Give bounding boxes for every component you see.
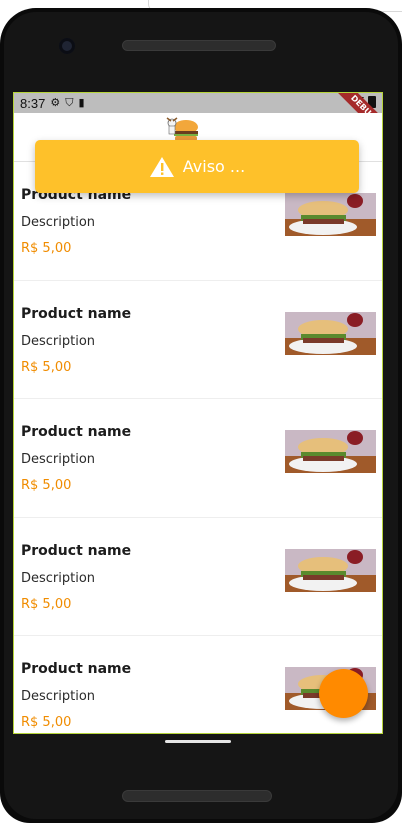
floating-action-button[interactable]	[319, 669, 368, 718]
status-time: 8:37	[20, 95, 46, 111]
home-indicator[interactable]	[165, 740, 231, 743]
product-list[interactable]: Product name Description R$ 5,00 Product…	[14, 162, 382, 733]
product-image	[285, 311, 376, 355]
app-screen: 8:37 ⚙ ⛉ ▮ DEBUG Product name Descriptio…	[13, 92, 383, 734]
product-description: Description	[21, 689, 96, 704]
product-price: R$ 5,00	[21, 478, 72, 493]
product-price: R$ 5,00	[21, 241, 72, 256]
earpiece-speaker	[122, 40, 276, 51]
toast-message: Aviso ...	[182, 157, 246, 176]
status-bar: 8:37 ⚙ ⛉ ▮ DEBUG	[14, 93, 382, 145]
product-price: R$ 5,00	[21, 596, 72, 612]
product-item[interactable]: Product name Description R$ 5,00	[14, 281, 382, 399]
product-description: Description	[21, 452, 96, 467]
product-description: Description	[21, 333, 96, 349]
front-camera	[59, 38, 75, 54]
warning-icon	[149, 156, 174, 177]
product-name: Product name	[21, 661, 132, 677]
shield-icon: ⛉	[65, 96, 74, 109]
warning-toast[interactable]: Aviso ...	[35, 140, 359, 193]
product-image	[285, 430, 376, 473]
product-price: R$ 5,00	[21, 715, 72, 730]
product-name: Product name	[21, 305, 132, 322]
product-image	[285, 548, 376, 592]
settings-gear-icon: ⚙	[50, 96, 61, 109]
product-description: Description	[21, 570, 96, 586]
product-description: Description	[21, 215, 96, 230]
product-price: R$ 5,00	[21, 359, 72, 375]
product-item[interactable]: Product name Description R$ 5,00	[14, 399, 382, 518]
product-item[interactable]: Product name Description R$ 5,00	[14, 518, 382, 636]
product-image	[285, 193, 376, 236]
bottom-speaker	[122, 790, 272, 802]
sd-card-icon: ▮	[78, 96, 85, 109]
product-name: Product name	[21, 424, 132, 440]
product-name: Product name	[21, 542, 132, 559]
